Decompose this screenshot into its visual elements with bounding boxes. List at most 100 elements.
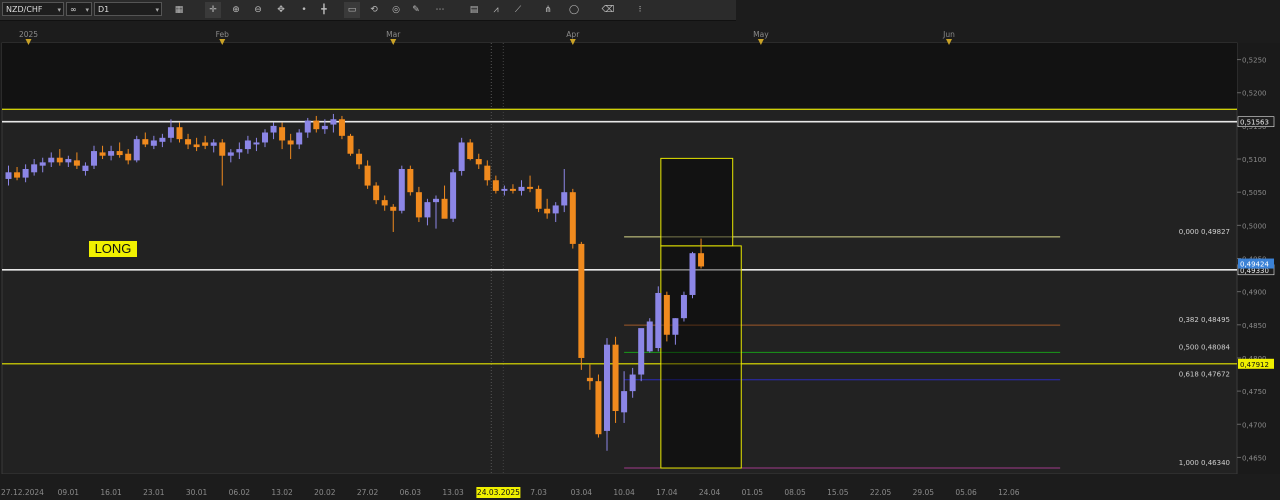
x-tick-label: 17.04 xyxy=(656,488,678,497)
candle-body xyxy=(270,125,277,133)
candle-body xyxy=(561,192,568,206)
candle-body xyxy=(672,318,679,335)
candle-body xyxy=(321,125,328,130)
x-tick-label: 01.05 xyxy=(742,488,764,497)
symbol-select[interactable]: NZD/CHF ▾ xyxy=(2,2,64,16)
candle-body xyxy=(629,374,636,392)
candle-body xyxy=(219,142,226,156)
ellipse-icon[interactable]: ◯ xyxy=(566,2,582,18)
price-label: 0,47912 xyxy=(1240,361,1269,369)
eraser-icon[interactable]: ⌫ xyxy=(600,2,616,18)
candle-body xyxy=(125,153,132,161)
top-shade xyxy=(2,43,1237,108)
x-tick-label: 15.05 xyxy=(827,488,849,497)
fib-label: 0,000 0,49827 xyxy=(1179,228,1230,236)
zoom-in-icon[interactable]: ⊕ xyxy=(228,2,244,18)
x-tick-label: 08.05 xyxy=(784,488,806,497)
price-label: 0,51563 xyxy=(1240,119,1269,127)
current-price-label: 0,49424 xyxy=(1240,261,1269,269)
candle-body xyxy=(433,198,439,203)
label-icon[interactable]: ⟲ xyxy=(366,2,382,18)
x-tick-label: 09.01 xyxy=(58,488,80,497)
candle-body xyxy=(689,253,696,295)
x-tick-label: 7.03 xyxy=(530,488,547,497)
fib-icon[interactable]: ⩘ xyxy=(488,2,504,18)
month-label: May xyxy=(753,30,769,39)
timeframe-label: D1 xyxy=(98,5,110,14)
candle-body xyxy=(424,202,431,218)
candle-body xyxy=(356,153,363,165)
x-tick-label: 16.01 xyxy=(100,488,122,497)
x-tick-label: 10.04 xyxy=(613,488,635,497)
chevron-down-icon: ▾ xyxy=(85,6,89,14)
point-icon[interactable]: • xyxy=(296,2,312,18)
candle-body xyxy=(296,132,303,145)
x-tick-label: 13.03 xyxy=(442,488,464,497)
x-tick-label: 12.06 xyxy=(998,488,1020,497)
candle-body xyxy=(569,192,576,244)
candle-body xyxy=(22,168,29,178)
candle-body xyxy=(407,168,414,193)
x-tick-label: 20.02 xyxy=(314,488,336,497)
pan-icon[interactable]: ✥ xyxy=(273,2,289,18)
candle-body xyxy=(108,151,115,156)
candle-body xyxy=(595,381,602,435)
x-tick-label: 27.02 xyxy=(357,488,379,497)
candle-body xyxy=(202,142,209,146)
x-tick-label: 23.01 xyxy=(143,488,165,497)
candle-body xyxy=(39,162,46,166)
candle-body xyxy=(441,198,448,219)
x-tick-label: 03.04 xyxy=(571,488,593,497)
candle-body xyxy=(544,208,551,214)
candle-body xyxy=(262,132,268,143)
shapes-icon[interactable]: ◎ xyxy=(388,2,404,18)
x-tick-label: 06.03 xyxy=(400,488,422,497)
y-tick-label: 0,5200 xyxy=(1242,90,1267,98)
chart-type-icon[interactable]: ▦ xyxy=(171,2,187,18)
y-tick-label: 0,4850 xyxy=(1242,322,1267,330)
candle-body xyxy=(142,139,149,145)
x-tick-label: 24.04 xyxy=(699,488,721,497)
chevron-down-icon: ▾ xyxy=(57,6,61,14)
long-label: LONG xyxy=(89,241,137,257)
cursor-icon[interactable]: ╋ xyxy=(316,2,332,18)
candle-body xyxy=(116,151,123,156)
price-chart[interactable]: 2025FebMarAprMayJun0,52500,52000,51500,5… xyxy=(0,0,1280,500)
candle-body xyxy=(364,165,371,186)
y-tick-label: 0,5100 xyxy=(1242,156,1267,164)
link-select[interactable]: ∞ ▾ xyxy=(66,2,92,16)
candle-body xyxy=(99,152,106,156)
crosshair-icon[interactable]: ✛ xyxy=(205,2,221,18)
candle-body xyxy=(698,253,705,267)
candle-body xyxy=(586,377,593,382)
timeframe-select[interactable]: D1 ▾ xyxy=(94,2,162,16)
month-label: Feb xyxy=(216,30,230,39)
zoom-out-icon[interactable]: ⊖ xyxy=(250,2,266,18)
pitchfork-icon[interactable]: ⋔ xyxy=(540,2,556,18)
candle-body xyxy=(287,140,294,145)
y-tick-label: 0,5050 xyxy=(1242,189,1267,197)
candle-body xyxy=(14,172,21,178)
candle-body xyxy=(56,157,63,163)
candle-body xyxy=(48,157,55,163)
x-tick-label: 22.05 xyxy=(870,488,892,497)
candle-body xyxy=(5,172,12,179)
candle-body xyxy=(82,165,89,171)
text-icon[interactable]: ▭ xyxy=(344,2,360,18)
month-label: Apr xyxy=(566,30,580,39)
indicators-icon[interactable]: ⋯ xyxy=(432,2,448,18)
draw-icon[interactable]: ✎ xyxy=(408,2,424,18)
zone-rectangle xyxy=(660,157,734,247)
candle-body xyxy=(236,149,243,153)
x-tick-label: 05.06 xyxy=(955,488,977,497)
candle-body xyxy=(185,139,192,145)
channel-icon[interactable]: ⟋ xyxy=(510,2,526,18)
grid-icon[interactable]: ▤ xyxy=(466,2,482,18)
y-tick-label: 0,5250 xyxy=(1242,57,1267,65)
more-icon[interactable]: ⁝ xyxy=(632,2,648,18)
candle-body xyxy=(253,142,260,145)
candle-body xyxy=(638,328,645,375)
candle-body xyxy=(338,119,345,136)
y-tick-label: 0,4650 xyxy=(1242,454,1267,462)
month-label: Mar xyxy=(386,30,401,39)
